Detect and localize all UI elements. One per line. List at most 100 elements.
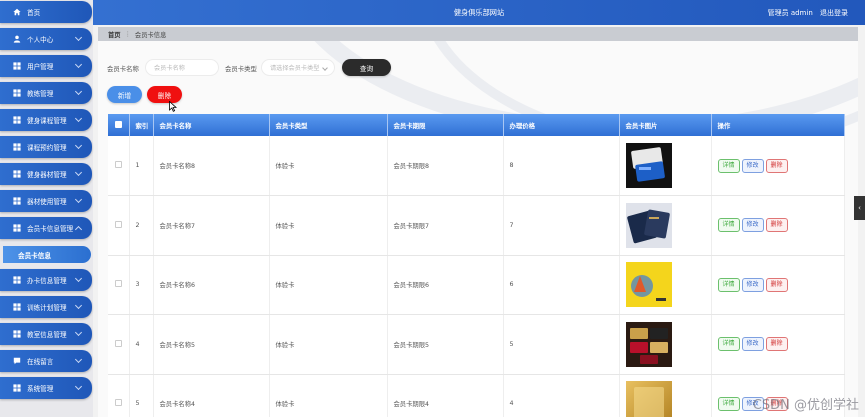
grid-icon <box>13 89 21 97</box>
grid-icon <box>13 116 21 124</box>
add-button[interactable]: 新增 <box>107 86 142 103</box>
sidebar-item-classroom[interactable]: 教室信息管理 <box>0 323 92 345</box>
cell-price: 7 <box>503 195 620 256</box>
detail-button[interactable]: 详情 <box>717 158 740 173</box>
card-image-thumbnail[interactable] <box>625 321 672 367</box>
cell-name: 会员卡名称7 <box>153 195 270 256</box>
edit-button[interactable]: 修改 <box>741 277 764 292</box>
row-checkbox[interactable] <box>114 339 122 347</box>
row-delete-button[interactable]: 删除 <box>765 218 788 233</box>
select-all-checkbox[interactable] <box>114 120 122 128</box>
sidebar-item-equipment-management[interactable]: 健身器材管理 <box>0 163 92 185</box>
column-header-period: 会员卡期限 <box>387 114 504 136</box>
cell-actions: 详情 修改 删除 <box>711 255 845 315</box>
chevron-down-icon <box>74 33 83 42</box>
chevron-down-icon <box>74 328 83 337</box>
cell-price: 6 <box>503 255 620 315</box>
chevron-down-icon <box>74 114 83 123</box>
sidebar-subitem-membership-card[interactable]: 会员卡信息 <box>3 246 91 263</box>
chevron-down-icon <box>74 195 83 204</box>
row-delete-button[interactable]: 删除 <box>765 337 788 352</box>
breadcrumb-current: 会员卡信息 <box>134 31 167 39</box>
breadcrumb-home[interactable]: 首页 <box>108 30 121 39</box>
user-icon <box>13 35 21 43</box>
card-name-input[interactable]: 会员卡名称 <box>145 59 219 76</box>
chevron-down-icon <box>74 141 83 150</box>
edit-button[interactable]: 修改 <box>741 158 764 173</box>
cell-price: 5 <box>503 314 620 375</box>
cell-name: 会员卡名称8 <box>153 136 270 196</box>
row-checkbox[interactable] <box>114 399 122 407</box>
admin-area: 管理员 admin 退出登录 <box>763 8 848 18</box>
sidebar-item-system-management[interactable]: 系统管理 <box>0 377 92 399</box>
grid-icon <box>13 170 21 178</box>
card-image-thumbnail[interactable] <box>625 202 672 248</box>
detail-button[interactable]: 详情 <box>717 337 740 352</box>
sidebar-item-online-message[interactable]: 在线留言 <box>0 350 92 372</box>
chevron-down-icon <box>74 60 83 69</box>
row-checkbox[interactable] <box>114 220 122 228</box>
column-header-index: 索引 <box>129 114 154 136</box>
cell-index: 3 <box>129 255 154 315</box>
cell-index: 1 <box>129 136 154 196</box>
row-delete-button[interactable]: 删除 <box>765 158 788 173</box>
sidebar-subitem-label: 会员卡信息 <box>18 251 51 260</box>
grid-icon <box>13 303 21 311</box>
column-header-type: 会员卡类型 <box>269 114 388 136</box>
edit-button[interactable]: 修改 <box>741 337 764 352</box>
row-checkbox[interactable] <box>114 280 122 288</box>
cell-actions: 详情 修改 删除 <box>711 195 845 256</box>
card-image-thumbnail[interactable] <box>625 143 672 188</box>
chevron-up-icon <box>74 225 83 234</box>
cell-image <box>619 314 712 375</box>
column-header-price: 办理价格 <box>503 114 620 136</box>
sidebar-item-equipment-usage[interactable]: 器材使用管理 <box>0 190 92 212</box>
row-select-cell <box>108 195 130 256</box>
sidebar-item-home[interactable]: 首页 <box>0 1 92 23</box>
cell-period: 会员卡期限8 <box>387 136 504 196</box>
cell-name: 会员卡名称4 <box>153 374 270 417</box>
card-image-thumbnail[interactable] <box>625 381 672 417</box>
chevron-down-icon <box>74 87 83 96</box>
admin-label: 管理员 admin <box>767 9 813 17</box>
breadcrumb: 首页 ⋮ 会员卡信息 <box>98 27 858 41</box>
cell-image <box>619 374 712 417</box>
sidebar-item-card-processing[interactable]: 办卡信息管理 <box>0 269 92 291</box>
cell-image <box>619 255 712 315</box>
row-select-cell <box>108 255 130 315</box>
home-icon <box>13 8 21 16</box>
card-type-select[interactable]: 请选择会员卡类型 <box>261 59 335 76</box>
row-delete-button[interactable]: 删除 <box>765 277 788 292</box>
query-button[interactable]: 查询 <box>342 59 391 76</box>
logout-link[interactable]: 退出登录 <box>820 9 848 17</box>
row-select-cell <box>108 314 130 375</box>
row-select-cell <box>108 136 130 196</box>
card-type-placeholder: 请选择会员卡类型 <box>270 65 320 72</box>
grid-icon <box>13 276 21 284</box>
sidebar-item-course-management[interactable]: 健身课程管理 <box>0 109 92 131</box>
site-title: 健身俱乐部网站 <box>453 8 505 17</box>
detail-button[interactable]: 详情 <box>717 218 740 233</box>
sidebar-item-membership-card-management[interactable]: 会员卡信息管理 <box>0 217 92 239</box>
sidebar-item-coach-management[interactable]: 教练管理 <box>0 82 92 104</box>
cell-type: 体验卡 <box>269 314 388 375</box>
sidebar-item-label: 教室信息管理 <box>27 331 67 339</box>
detail-button[interactable]: 详情 <box>717 277 740 292</box>
cell-price: 8 <box>503 136 620 196</box>
sidebar-item-user-management[interactable]: 用户管理 <box>0 55 92 77</box>
edit-button[interactable]: 修改 <box>741 218 764 233</box>
cell-period: 会员卡期限7 <box>387 195 504 256</box>
row-checkbox[interactable] <box>114 161 122 168</box>
sidebar-item-personal-center[interactable]: 个人中心 <box>0 28 92 50</box>
table-row: 4 会员卡名称5 体验卡 会员卡期限5 5 详情 修改 删除 <box>108 314 845 375</box>
detail-button[interactable]: 详情 <box>717 396 740 411</box>
sidebar-item-label: 用户管理 <box>27 63 54 71</box>
sidebar-item-booking-management[interactable]: 课程预约管理 <box>0 136 92 158</box>
grid-icon <box>13 197 21 205</box>
cell-index: 2 <box>129 195 154 256</box>
card-image-thumbnail[interactable] <box>625 262 672 308</box>
grid-icon <box>13 224 21 232</box>
sidebar-item-training-plan[interactable]: 训练计划管理 <box>0 296 92 318</box>
row-select-cell <box>108 374 130 417</box>
side-panel-toggle[interactable]: ‹ <box>854 196 865 220</box>
